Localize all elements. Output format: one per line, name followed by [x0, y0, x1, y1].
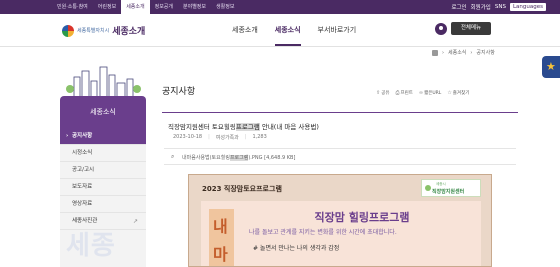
home-icon[interactable]: [432, 49, 438, 56]
attachment-icon: ⌕: [171, 153, 175, 160]
print-icon: ⎙: [395, 90, 400, 96]
sidebar-item-announcements[interactable]: 공고/고시: [60, 162, 146, 179]
center-logo-name: 직장맘지원센터: [432, 189, 465, 195]
post-title-highlight: 프로그램: [235, 123, 260, 131]
poster-image: 2023 직장맘토요프로그램 세종시 직장맘지원센터 내 마 직장맘 힐링프로그…: [188, 174, 492, 267]
short-url-label: 짧은URL: [424, 91, 442, 96]
top-nav: 민원·소통·참여 어린정보 세종소개 정보공개 분야별정보 생활정보: [52, 0, 239, 14]
favorites-float-button[interactable]: ★: [542, 56, 560, 78]
post-title: 직장맘지원센터 토요힐링프로그램 안내(내 마음 사용법): [168, 121, 319, 131]
main-nav-item[interactable]: 부서바로가기: [318, 14, 357, 46]
attachment-name-highlight: 프로그램: [229, 155, 249, 161]
top-nav-item-active[interactable]: 세종소개: [121, 0, 150, 14]
center-logo: 세종시 직장맘지원센터: [421, 179, 481, 197]
favorite-button[interactable]: ☆ 즐겨찾기: [447, 90, 469, 96]
main-nav: 세종소개 세종소식 부서바로가기: [232, 14, 356, 46]
logo-city: 세종특별자치시: [77, 28, 110, 34]
breadcrumb: › 세종소식 › 공지사항: [432, 48, 495, 57]
breadcrumb-item-current[interactable]: 공지사항: [476, 49, 494, 56]
site-logo[interactable]: 세종특별자치시 세종소개: [62, 24, 145, 37]
logo-mark-icon: [62, 24, 74, 37]
post-title-text-end: 안내(내 마음 사용법): [259, 123, 319, 131]
poster-headline: 직장맘 힐링프로그램: [314, 211, 410, 224]
poster-big-char: 마: [213, 245, 228, 264]
sns-link[interactable]: SNS: [495, 4, 506, 10]
share-label: 공유: [381, 91, 390, 96]
breadcrumb-sep: ›: [442, 49, 444, 56]
post-department: 여성가족과: [215, 135, 239, 141]
city-skyline-illustration: [60, 63, 146, 97]
page-title: 공지사항: [162, 87, 196, 97]
main-nav-item-active[interactable]: 세종소식: [274, 14, 301, 46]
logo-title: 세종소개: [112, 27, 146, 37]
star-icon: ☆: [447, 90, 452, 96]
print-label: 프린트: [400, 91, 413, 96]
attachment-link[interactable]: 내마음사용법(토요힐링프로그램).PNG [4,648.9 KB]: [182, 154, 295, 161]
sidebar-item-press[interactable]: 보도자료: [60, 179, 146, 196]
attachment-name: 내마음사용법(토요힐링: [182, 155, 230, 161]
meta-separator: |: [244, 134, 247, 140]
share-icon: ⇪: [376, 90, 381, 96]
languages-button[interactable]: Languages: [509, 3, 546, 11]
main-nav-item[interactable]: 세종소개: [232, 14, 258, 46]
poster-bullet: # 놀면서 만나는 나의 생각과 감정: [253, 245, 340, 252]
header: 세종특별자치시 세종소개 세종소개 세종소식 부서바로가기 전체메뉴: [0, 14, 560, 47]
share-button[interactable]: ⇪ 공유: [376, 90, 389, 96]
post-title-text: 직장맘지원센터 토요힐링: [168, 123, 236, 131]
post-meta: 2023-10-18 | 여성가족과 | 1,283: [173, 134, 267, 141]
center-logo-icon: [425, 185, 431, 191]
login-link[interactable]: 로그인: [451, 3, 466, 11]
link-icon: ∞: [418, 90, 424, 96]
center-logo-city: 세종시: [436, 182, 446, 186]
poster-big-title: 내 마: [209, 209, 234, 266]
attachment-row: ⌕ 내마음사용법(토요힐링프로그램).PNG [4,648.9 KB]: [164, 148, 516, 165]
page-tools: ⇪ 공유 ⎙ 프린트 ∞ 짧은URL ☆ 즐겨찾기: [376, 90, 469, 96]
sidebar-watermark: 세종: [66, 231, 116, 261]
star-icon: ★: [546, 60, 556, 73]
top-nav-item[interactable]: 분야별정보: [178, 0, 211, 14]
favorite-label: 즐겨찾기: [452, 91, 470, 96]
poster-body: 내 마 직장맘 힐링프로그램 나를 돌보고 관계를 지키는 변화를 위한 시간에…: [201, 201, 481, 266]
top-nav-item[interactable]: 정보공개: [150, 0, 178, 14]
top-nav-item[interactable]: 어린정보: [93, 0, 121, 14]
print-button[interactable]: ⎙ 프린트: [395, 90, 412, 96]
title-divider: [162, 112, 518, 113]
external-link-icon: ↗: [132, 218, 138, 225]
sidebar-item-city-news[interactable]: 시정소식: [60, 145, 146, 162]
sidebar-heading: 세종소식: [60, 96, 146, 128]
post-date: 2023-10-18: [173, 134, 203, 140]
sidebar-item-label: 세종사진관: [72, 218, 98, 224]
breadcrumb-sep: ›: [470, 49, 473, 56]
accessibility-icon[interactable]: [435, 23, 447, 35]
all-menu-button[interactable]: 전체메뉴: [451, 22, 491, 35]
sidebar-item-notice[interactable]: 공지사항: [60, 128, 146, 145]
top-nav-item[interactable]: 생활정보: [211, 0, 239, 14]
poster-subhead: 나를 돌보고 관계를 지키는 변화를 위한 시간에 초대합니다.: [249, 229, 397, 236]
top-nav-item[interactable]: 민원·소통·참여: [52, 0, 93, 14]
page: 민원·소통·참여 어린정보 세종소개 정보공개 분야별정보 생활정보 로그인 회…: [0, 0, 560, 267]
breadcrumb-item[interactable]: 세종소식: [448, 49, 466, 56]
poster-program-label: 2023 직장맘토요프로그램: [202, 185, 282, 193]
utility-links: 로그인 회원가입 SNS Languages: [451, 0, 560, 14]
post-views: 1,283: [252, 134, 267, 140]
meta-separator: |: [208, 134, 210, 140]
sidebar-item-video[interactable]: 영상자료: [60, 196, 146, 213]
top-utility-bar: 민원·소통·참여 어린정보 세종소개 정보공개 분야별정보 생활정보 로그인 회…: [0, 0, 560, 14]
attachment-name-end: ).PNG [4,648.9 KB]: [248, 155, 296, 161]
short-url-button[interactable]: ∞ 짧은URL: [419, 90, 441, 96]
poster-big-char: 내: [213, 217, 228, 236]
join-link[interactable]: 회원가입: [471, 3, 491, 11]
